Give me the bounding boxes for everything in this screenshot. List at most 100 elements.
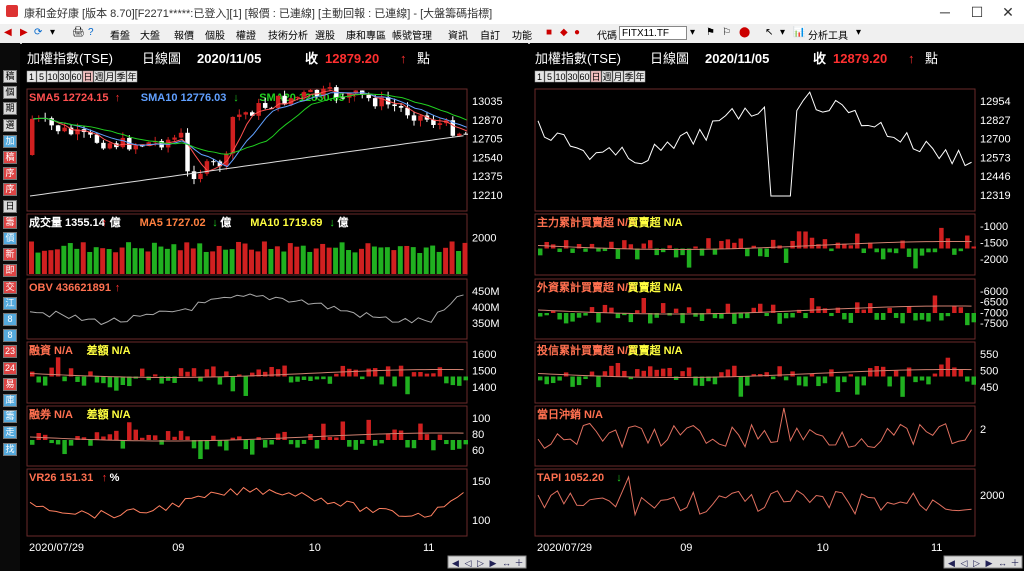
- sidebar-item-8[interactable]: 日: [3, 199, 17, 213]
- scroll-button[interactable]: ＋: [1011, 558, 1020, 568]
- sidebar-item-0[interactable]: 稿: [3, 70, 17, 83]
- menu-quote[interactable]: 報價: [174, 27, 194, 42]
- scroll-button[interactable]: ↔: [502, 558, 511, 568]
- sidebar-item-22[interactable]: 走: [3, 426, 17, 440]
- sidebar-item-4[interactable]: 加: [3, 134, 17, 148]
- candle-body: [250, 112, 255, 116]
- dropdown-icon[interactable]: ▾: [50, 27, 55, 38]
- scroll-control[interactable]: ◀ ◁ ▷ ▶ ↔ ＋: [447, 555, 527, 569]
- period-button-4[interactable]: 60: [578, 70, 591, 83]
- print-icon[interactable]: 🖨: [72, 27, 85, 38]
- scroll-button[interactable]: ▷: [973, 558, 980, 568]
- tool-icon-c[interactable]: ●: [574, 27, 580, 38]
- code-dropdown-icon[interactable]: ▾: [690, 27, 695, 38]
- sidebar-item-21[interactable]: 籌: [3, 410, 17, 424]
- flow-bar: [635, 369, 640, 377]
- period-button-2[interactable]: 10: [554, 70, 567, 83]
- scroll-button[interactable]: ▷: [477, 558, 484, 568]
- flow-bar: [269, 440, 274, 445]
- menu-account[interactable]: 帳號管理: [392, 27, 432, 42]
- period-button-8[interactable]: 季: [115, 70, 127, 83]
- menu-info[interactable]: 資訊: [448, 27, 468, 42]
- sidebar-item-17[interactable]: 23: [3, 345, 17, 359]
- period-button-7[interactable]: 月: [612, 70, 624, 83]
- flow-bar: [114, 376, 119, 391]
- tool-icon-b[interactable]: ◆: [560, 27, 568, 38]
- chart-svg-right[interactable]: 加權指數(TSE) 日線圖 2020/11/05 收 12879.20 ↑ 點1 5 10 30 6…: [530, 43, 1024, 571]
- menu-kanghe[interactable]: 康和專區: [346, 27, 386, 42]
- scroll-button[interactable]: ◁: [961, 558, 968, 568]
- sidebar-item-20[interactable]: 庫: [3, 394, 17, 407]
- scroll-button[interactable]: ◀: [452, 558, 459, 568]
- sidebar-item-18[interactable]: 24: [3, 361, 17, 375]
- analysis-tools-menu[interactable]: 分析工具: [808, 27, 848, 42]
- sidebar-item-16[interactable]: 8: [3, 329, 17, 343]
- close-unit: 點: [925, 51, 938, 66]
- scroll-control[interactable]: ◀ ◁ ▷ ▶ ↔ ＋: [943, 555, 1023, 569]
- sidebar-item-2[interactable]: 期: [3, 102, 17, 116]
- period-button-6[interactable]: 週: [93, 70, 105, 83]
- sidebar-item-5[interactable]: 稿: [3, 151, 17, 164]
- analysis-tools-icon[interactable]: 📊: [793, 27, 805, 38]
- period-button-4[interactable]: 60: [70, 70, 83, 83]
- code-input[interactable]: [619, 26, 687, 40]
- period-button-5[interactable]: 日: [590, 70, 602, 83]
- period-button-1[interactable]: 5: [36, 70, 47, 83]
- chart-tool-icon-b[interactable]: ⚐: [722, 27, 731, 38]
- menu-stock[interactable]: 個股: [205, 27, 225, 42]
- refresh-icon[interactable]: ⟳: [34, 27, 42, 38]
- forward-icon[interactable]: ▶: [20, 27, 28, 38]
- period-button-9[interactable]: 年: [634, 70, 646, 83]
- maximize-button[interactable]: ☐: [962, 2, 992, 22]
- period-button-0[interactable]: 1: [534, 70, 545, 83]
- chart-svg-left[interactable]: 加權指數(TSE) 日線圖 2020/11/05 收 12879.20 ↑ 點1 5 10 30 6…: [22, 43, 528, 571]
- sidebar-item-3[interactable]: 選: [3, 118, 17, 132]
- scroll-button[interactable]: ▶: [490, 558, 497, 568]
- menu-stock-pick[interactable]: 選股: [315, 27, 335, 42]
- close-button[interactable]: ✕: [993, 2, 1023, 22]
- sidebar-item-15[interactable]: 8: [3, 313, 17, 326]
- sidebar-item-10[interactable]: 價: [3, 232, 17, 245]
- sidebar-item-1[interactable]: 個: [3, 86, 17, 100]
- period-button-8[interactable]: 季: [623, 70, 635, 83]
- menu-tech-analysis[interactable]: 技術分析: [268, 27, 308, 42]
- sidebar-item-6[interactable]: 序: [3, 167, 17, 181]
- sidebar-item-12[interactable]: 即: [3, 264, 17, 278]
- pointer-icon[interactable]: ↖: [765, 27, 773, 38]
- help-icon[interactable]: ?: [88, 27, 94, 38]
- scroll-button[interactable]: ▶: [986, 558, 993, 568]
- period-button-1[interactable]: 5: [544, 70, 555, 83]
- pointer-dropdown-icon[interactable]: ▾: [780, 27, 785, 38]
- sidebar-item-9[interactable]: 籌: [3, 215, 17, 229]
- menu-warrant[interactable]: 權證: [236, 27, 256, 42]
- period-button-0[interactable]: 1: [26, 70, 37, 83]
- period-button-2[interactable]: 10: [46, 70, 59, 83]
- tool-icon-a[interactable]: ■: [546, 27, 552, 38]
- period-button-9[interactable]: 年: [126, 70, 138, 83]
- period-button-3[interactable]: 30: [566, 70, 579, 83]
- sidebar-item-23[interactable]: 找: [3, 442, 17, 456]
- scroll-button[interactable]: ↔: [998, 558, 1007, 568]
- sidebar-item-11[interactable]: 新: [3, 248, 17, 262]
- legend-arrow-2: ↓: [329, 217, 335, 229]
- sidebar-item-14[interactable]: 江: [3, 296, 17, 310]
- minimize-button[interactable]: ─: [930, 2, 960, 22]
- scroll-button[interactable]: ◀: [948, 558, 955, 568]
- period-button-3[interactable]: 30: [58, 70, 71, 83]
- menu-watch[interactable]: 看盤: [110, 27, 130, 42]
- menu-market[interactable]: 大盤: [140, 27, 160, 42]
- chart-tool-icon-a[interactable]: ⚑: [706, 27, 715, 38]
- analysis-dropdown-icon[interactable]: ▾: [856, 27, 861, 38]
- menu-function[interactable]: 功能: [512, 27, 532, 42]
- back-icon[interactable]: ◀: [4, 27, 12, 38]
- scroll-button[interactable]: ◁: [465, 558, 472, 568]
- menu-custom[interactable]: 自訂: [480, 27, 500, 42]
- chart-tool-icon-c[interactable]: ⬤: [739, 27, 750, 38]
- sidebar-item-13[interactable]: 交: [3, 280, 17, 294]
- period-button-7[interactable]: 月: [104, 70, 116, 83]
- period-button-6[interactable]: 週: [601, 70, 613, 83]
- sidebar-item-19[interactable]: 易: [3, 377, 17, 391]
- scroll-button[interactable]: ＋: [515, 558, 524, 568]
- sidebar-item-7[interactable]: 序: [3, 183, 17, 197]
- period-button-5[interactable]: 日: [82, 70, 94, 83]
